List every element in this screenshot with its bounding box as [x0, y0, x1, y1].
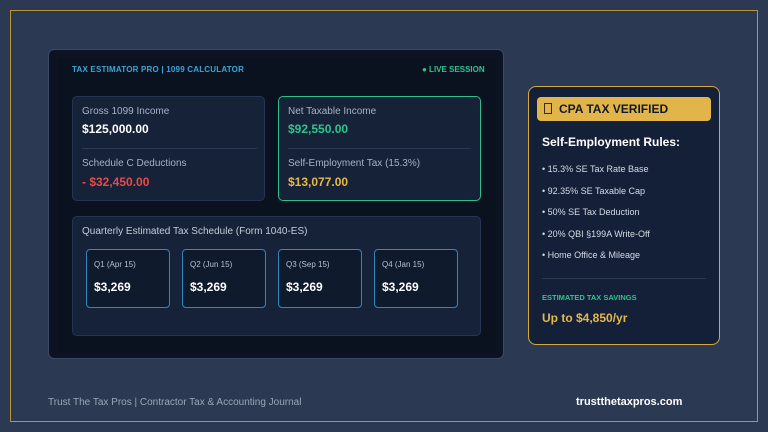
savings-label: ESTIMATED TAX SAVINGS	[542, 293, 637, 302]
quarter-value: $3,269	[382, 280, 419, 294]
calculator-title: TAX ESTIMATOR PRO | 1099 CALCULATOR	[72, 65, 245, 74]
net-taxable-value: $92,550.00	[288, 122, 349, 136]
gross-income-value: $125,000.00	[82, 122, 149, 136]
live-session-status: ● LIVE SESSION	[422, 65, 485, 74]
rule-item: • Home Office & Mileage	[542, 250, 641, 260]
taxable-divider	[288, 148, 471, 149]
quarter-value: $3,269	[190, 280, 227, 294]
cpa-badge-label: CPA TAX VERIFIED	[559, 102, 669, 116]
footer-website-link[interactable]: trustthetaxpros.com	[576, 396, 682, 408]
quarter-label: Q1 (Apr 15)	[94, 260, 136, 269]
footer-journal-text: Trust The Tax Pros | Contractor Tax & Ac…	[48, 397, 302, 408]
net-taxable-label: Net Taxable Income	[288, 106, 377, 117]
quarter-label: Q3 (Sep 15)	[286, 260, 330, 269]
quarter-label: Q4 (Jan 15)	[382, 260, 425, 269]
quarter-card-q4: Q4 (Jan 15) $3,269	[374, 249, 458, 308]
gross-income-label: Gross 1099 Income	[82, 106, 170, 117]
se-tax-value: $13,077.00	[288, 175, 349, 189]
quarter-card-q2: Q2 (Jun 15) $3,269	[182, 249, 266, 308]
income-divider	[82, 148, 257, 149]
quarter-value: $3,269	[94, 280, 131, 294]
rule-item: • 92.35% SE Taxable Cap	[542, 186, 646, 196]
rule-item: • 15.3% SE Tax Rate Base	[542, 164, 649, 174]
deductions-label: Schedule C Deductions	[82, 158, 187, 169]
quarter-value: $3,269	[286, 280, 323, 294]
cpa-divider	[542, 278, 706, 279]
savings-value: Up to $4,850/yr	[542, 311, 628, 325]
rules-title: Self-Employment Rules:	[542, 135, 681, 149]
quarterly-title: Quarterly Estimated Tax Schedule (Form 1…	[82, 226, 308, 237]
quarter-label: Q2 (Jun 15)	[190, 260, 233, 269]
rule-item: • 20% QBI §199A Write-Off	[542, 229, 650, 239]
rule-item: • 50% SE Tax Deduction	[542, 207, 640, 217]
quarter-card-q3: Q3 (Sep 15) $3,269	[278, 249, 362, 308]
deductions-value: - $32,450.00	[82, 175, 150, 189]
lock-icon	[544, 103, 552, 114]
cpa-verified-badge: CPA TAX VERIFIED	[537, 97, 711, 121]
se-tax-label: Self-Employment Tax (15.3%)	[288, 158, 421, 169]
quarter-card-q1: Q1 (Apr 15) $3,269	[86, 249, 170, 308]
